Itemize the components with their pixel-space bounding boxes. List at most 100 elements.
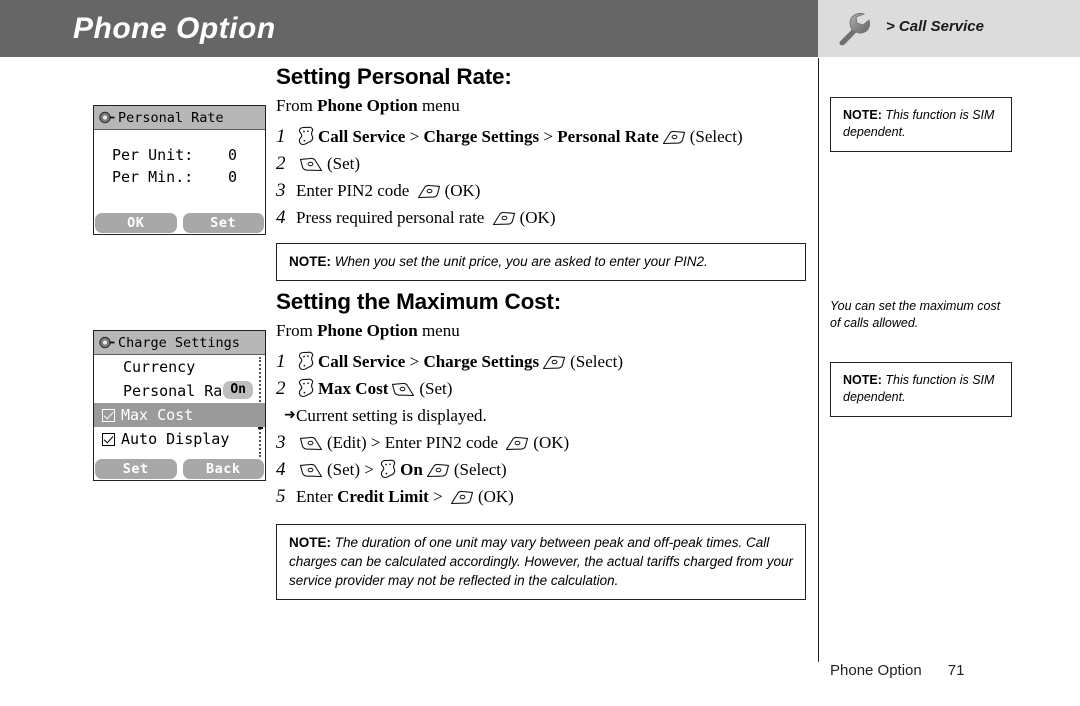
- left-softkey-icon: [391, 379, 415, 397]
- phone-list-item-label: Currency: [123, 358, 196, 376]
- step-number: 1: [276, 351, 286, 372]
- step-text: (Set): [419, 379, 453, 398]
- from-bold: Phone Option: [317, 96, 418, 115]
- manual-page: Phone Option > Call Service Personal Rat…: [0, 0, 1080, 706]
- section-heading: Setting the Maximum Cost:: [276, 289, 562, 314]
- phone-list-item-label: Auto Display: [121, 430, 230, 448]
- note-label: NOTE:: [843, 108, 882, 122]
- phone-screen-charge-settings: Charge Settings Currency Personal Rate O…: [93, 330, 266, 481]
- softkey-right[interactable]: Set: [182, 213, 264, 233]
- right-softkey-icon: [450, 487, 474, 505]
- from-bold: Phone Option: [317, 321, 418, 340]
- step-item: 3 (Edit) > Enter PIN2 code (OK): [276, 429, 806, 456]
- from-menu-line: From Phone Option menu: [276, 321, 806, 341]
- left-softkey-icon: [299, 154, 323, 172]
- section-maximum-cost: Setting the Maximum Cost: From Phone Opt…: [276, 289, 806, 600]
- right-softkey-icon: [417, 181, 441, 199]
- step-text: (OK): [477, 487, 514, 506]
- phone-screen-title-bar: Personal Rate: [94, 106, 265, 130]
- phone-screen-title: Charge Settings: [118, 334, 240, 351]
- step-item: 4 (Set) > On (Select): [276, 456, 806, 483]
- step-list: 1 Call Service > Charge Settings (Select) 2…: [276, 348, 806, 510]
- step-text: (OK): [519, 208, 556, 227]
- step-menu-term: Charge Settings: [423, 352, 540, 371]
- note-label: NOTE:: [289, 254, 331, 269]
- phone-list-item-currency[interactable]: Currency: [94, 355, 265, 379]
- nav-key-icon: [297, 351, 315, 371]
- step-menu-term: Personal Rate: [557, 127, 659, 146]
- step-menu-term: Call Service: [318, 127, 406, 146]
- step-item: 2 Max Cost (Set): [276, 375, 806, 402]
- from-menu-line: From Phone Option menu: [276, 96, 806, 116]
- footer-label: Phone Option: [830, 662, 922, 679]
- settings-gear-icon: [98, 110, 115, 125]
- sidebar-note-sim-top: NOTE: This function is SIM dependent.: [830, 97, 1012, 152]
- section-personal-rate: Setting Personal Rate: From Phone Option…: [276, 64, 806, 281]
- footer-page-number: 71: [947, 662, 965, 679]
- step-item: 1 Call Service > Charge Settings > Person…: [276, 123, 806, 150]
- phone-screen-title-bar: Charge Settings: [94, 331, 265, 355]
- left-softkey-icon: [299, 460, 323, 478]
- step-text: >: [405, 127, 424, 146]
- nav-key-icon: [297, 126, 315, 146]
- header-bar: Phone Option: [0, 0, 818, 57]
- phone-screen-title: Personal Rate: [118, 109, 224, 126]
- step-number: 1: [276, 126, 286, 147]
- step-number: 3: [276, 432, 286, 453]
- left-softkey-icon: [299, 433, 323, 451]
- step-text: (Select): [689, 127, 743, 146]
- step-item: 3 Enter PIN2 code (OK): [276, 177, 806, 204]
- step-text: Enter: [296, 487, 338, 506]
- sidebar-note-sim-bottom: NOTE: This function is SIM dependent.: [830, 362, 1012, 417]
- phone-screen-personal-rate: Personal Rate Per Unit: 0 Per Min.: 0 OK…: [93, 105, 266, 235]
- from-prefix: From: [276, 96, 318, 115]
- from-suffix: menu: [417, 96, 460, 115]
- phone-row-per-min: Per Min.: 0: [94, 166, 265, 188]
- phone-list-item-max-cost[interactable]: Max Cost: [94, 403, 265, 427]
- sidebar-paragraph: You can set the maximum cost of calls al…: [830, 299, 1001, 330]
- step-list: 1 Call Service > Charge Settings > Person…: [276, 123, 806, 231]
- right-softkey-icon: [492, 208, 516, 226]
- checkbox-icon[interactable]: [102, 408, 115, 422]
- right-softkey-icon: [662, 127, 686, 145]
- step-text: >: [428, 487, 447, 506]
- step-text: (Set) >: [327, 460, 379, 479]
- phone-list-item-auto-display[interactable]: Auto Display: [94, 427, 265, 451]
- softkey-left[interactable]: OK: [95, 213, 177, 233]
- step-item: 1 Call Service > Charge Settings (Select): [276, 348, 806, 375]
- wrench-icon: [834, 11, 878, 47]
- phone-list-item-personal-rate[interactable]: Personal Rate On: [94, 379, 265, 403]
- phone-screen-body: Currency Personal Rate On Max Cost Auto …: [94, 355, 265, 459]
- step-number: 5: [276, 486, 286, 507]
- step-number: 2: [276, 378, 286, 399]
- phone-row-label: Per Min.:: [112, 168, 194, 186]
- step-text: (OK): [444, 181, 481, 200]
- step-text: Press required personal rate: [296, 208, 489, 227]
- note-label: NOTE:: [289, 535, 331, 550]
- note-label: NOTE:: [843, 373, 882, 387]
- note-box-tariffs: NOTE: The duration of one unit may vary …: [276, 524, 806, 600]
- right-softkey-icon: [505, 433, 529, 451]
- step-text: >: [539, 127, 558, 146]
- nav-key-icon: [297, 378, 315, 398]
- step-number: 4: [276, 459, 286, 480]
- step-text: Current setting is displayed.: [296, 406, 487, 425]
- step-menu-term: Charge Settings: [423, 127, 540, 146]
- step-menu-term: Call Service: [318, 352, 406, 371]
- bullet-arrow-icon: ➜: [284, 408, 296, 423]
- step-item: 5 Enter Credit Limit > (OK): [276, 483, 806, 510]
- note-text: When you set the unit price, you are ask…: [331, 254, 708, 269]
- from-prefix: From: [276, 321, 318, 340]
- softkey-right[interactable]: Back: [182, 459, 264, 479]
- right-softkey-icon: [426, 460, 450, 478]
- checkbox-icon[interactable]: [102, 432, 115, 446]
- page-title: Phone Option: [73, 12, 276, 45]
- phone-screen-body: Per Unit: 0 Per Min.: 0: [94, 130, 265, 213]
- nav-key-icon: [379, 459, 397, 479]
- settings-gear-icon: [98, 335, 115, 350]
- step-text: (Set): [327, 154, 361, 173]
- softkey-left[interactable]: Set: [95, 459, 177, 479]
- column-divider: [818, 58, 819, 662]
- breadcrumb: > Call Service: [886, 18, 984, 35]
- step-text: (OK): [533, 433, 570, 452]
